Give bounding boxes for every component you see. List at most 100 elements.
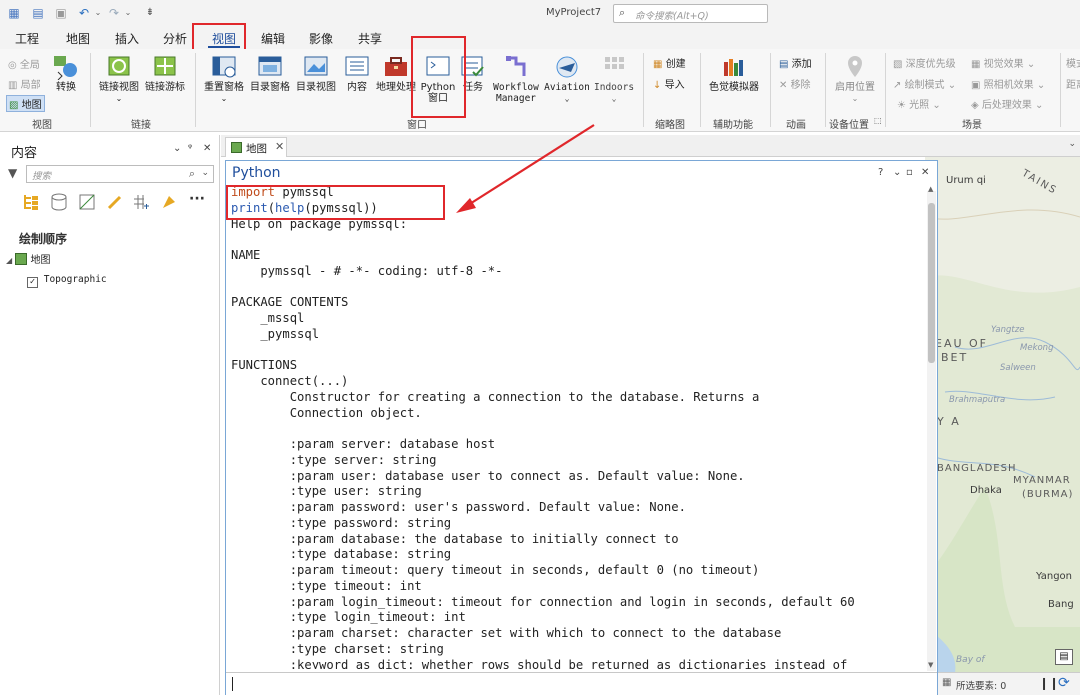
filter-icon[interactable]: ▼ xyxy=(8,166,17,180)
output-line: :param user: database user to connect as… xyxy=(231,468,745,483)
title-bar: ▦ ▤ ▣ ↶ ⌄ ↷ ⌄ ⇟ MyProject7 ⌕ 命令搜索(Alt+Q) xyxy=(0,0,1080,27)
chevron-down-icon[interactable]: ⌄ xyxy=(893,167,901,178)
map-label: Mekong xyxy=(1020,343,1054,353)
list-by-snapping-icon[interactable] xyxy=(132,193,150,211)
tab-map[interactable]: 地图 xyxy=(66,30,90,47)
map-label: Yangtze xyxy=(991,325,1025,335)
convert-button[interactable]: 转换 xyxy=(52,54,80,93)
list-by-selection-icon[interactable] xyxy=(78,193,96,211)
undo-dropdown-icon[interactable]: ⌄ xyxy=(90,6,106,20)
link-views-icon xyxy=(108,56,130,76)
output-line: :param password: user's password. Defaul… xyxy=(231,500,686,514)
tab-edit[interactable]: 编辑 xyxy=(261,30,285,47)
highlight-box-python-window xyxy=(411,36,466,118)
map-label: BET xyxy=(941,351,969,364)
help-icon[interactable]: ? xyxy=(878,167,883,178)
redo-dropdown-icon[interactable]: ⌄ xyxy=(120,6,136,20)
map-overview-icon[interactable]: ▤ xyxy=(1055,649,1073,665)
python-input-field[interactable] xyxy=(226,672,937,695)
contents-search-input[interactable]: 搜索 ⌕ ⌄ xyxy=(26,165,214,183)
pause-drawing-icon[interactable]: ❙❙ xyxy=(1039,676,1059,690)
contents-search-placeholder: 搜索 xyxy=(32,171,52,182)
close-icon[interactable]: ✕ xyxy=(921,167,929,178)
map-view[interactable]: Urum qi TAINS Yangtze EAU OF Mekong BET … xyxy=(925,157,1080,695)
camera-effects-button[interactable]: ▣ 照相机效果 ⌄ xyxy=(971,76,1045,91)
contents-button[interactable]: 内容 xyxy=(340,54,374,93)
catalog-view-button[interactable]: 目录视图 xyxy=(294,54,338,93)
scrollbar-thumb[interactable] xyxy=(928,203,935,363)
close-icon[interactable]: ✕ xyxy=(275,140,284,153)
device-location-group-label: 设备位置 xyxy=(829,120,869,131)
output-line: :type user: string xyxy=(231,484,422,499)
pane-options-icon[interactable]: ⌄ xyxy=(173,143,181,154)
reset-panes-button[interactable]: 重置窗格 ⌄ xyxy=(202,54,246,104)
thumbnail-group-label: 缩略图 xyxy=(655,120,685,131)
output-line: :type database: string xyxy=(231,547,452,562)
tab-share[interactable]: 共享 xyxy=(358,30,382,47)
tab-imagery[interactable]: 影像 xyxy=(309,30,333,47)
catalog-pane-button[interactable]: 目录窗格 xyxy=(248,54,292,93)
create-thumbnail-button[interactable]: ▦ 创建 xyxy=(653,55,686,70)
tab-project[interactable]: 工程 xyxy=(15,30,39,47)
tab-insert[interactable]: 插入 xyxy=(115,30,139,47)
mode-button-partial[interactable]: 模式 xyxy=(1066,55,1080,70)
pin-icon[interactable]: ᵠ xyxy=(188,143,192,154)
save-project-icon[interactable]: ▣ xyxy=(53,6,69,20)
link-views-button[interactable]: 链接视图 ⌄ xyxy=(97,54,141,104)
more-options-icon[interactable]: ··· xyxy=(189,191,205,207)
python-scrollbar[interactable] xyxy=(927,191,936,671)
refresh-icon[interactable]: ⟳ xyxy=(1058,675,1070,691)
tab-analysis[interactable]: 分析 xyxy=(163,30,187,47)
post-processing-button[interactable]: ◈ 后处理效果 ⌄ xyxy=(971,96,1043,111)
python-window: Python ? ⌄ ▫ ✕ import pymssql print(help… xyxy=(225,160,938,695)
indoors-button[interactable]: Indoors ⌄ xyxy=(594,54,634,104)
list-by-labeling-icon[interactable] xyxy=(160,193,178,211)
lighting-button[interactable]: ☀ 光照 ⌄ xyxy=(897,96,941,111)
output-line: ​ xyxy=(231,232,926,248)
global-view-button[interactable]: ◎ 全局 xyxy=(8,56,40,71)
ribbon-tabs: 工程 地图 插入 分析 视图 编辑 影像 共享 xyxy=(0,27,1080,49)
group-separator xyxy=(90,53,91,127)
map-layer-row[interactable]: ◢ 地图 xyxy=(6,251,51,266)
output-line: :param charset: character set with which… xyxy=(231,626,782,640)
depth-priority-button[interactable]: ▧ 深度优先级 xyxy=(893,55,956,70)
output-line: :param server: database host xyxy=(231,437,496,451)
list-by-editing-icon[interactable] xyxy=(106,193,124,211)
text-caret xyxy=(232,677,233,691)
basemap-layer-row[interactable]: ✓ Topographic xyxy=(27,274,107,288)
toolbox-icon xyxy=(385,57,407,76)
local-view-button[interactable]: ▥ 局部 xyxy=(8,76,41,91)
dialog-launcher-icon[interactable]: ⬚ xyxy=(874,116,882,125)
close-icon[interactable]: ✕ xyxy=(203,143,211,154)
command-search-input[interactable]: ⌕ 命令搜索(Alt+Q) xyxy=(613,4,768,23)
color-vision-simulator-button[interactable]: 色觉模拟器 xyxy=(705,54,763,93)
scroll-down-icon[interactable]: ▼ xyxy=(928,661,933,669)
visual-effects-button[interactable]: ▦ 视觉效果 ⌄ xyxy=(971,55,1035,70)
new-project-icon[interactable]: ▦ xyxy=(6,6,22,20)
import-thumbnail-button[interactable]: ↓ 导入 xyxy=(653,76,685,91)
drawing-mode-button[interactable]: ↗ 绘制模式 ⌄ xyxy=(893,76,956,91)
open-project-icon[interactable]: ▤ xyxy=(30,6,46,20)
add-animation-button[interactable]: ▤ 添加 xyxy=(779,55,812,70)
link-cursor-button[interactable]: 链接游标 xyxy=(143,54,187,93)
remove-animation-button[interactable]: ✕ 移除 xyxy=(779,76,811,91)
enable-location-button[interactable]: 启用位置 ⌄ xyxy=(832,54,878,104)
scene-group-label: 场景 xyxy=(962,120,982,131)
chevron-down-icon[interactable]: ⌄ xyxy=(1068,139,1076,149)
map-label: Dhaka xyxy=(970,485,1002,496)
workflow-manager-button[interactable]: Workflow Manager xyxy=(490,54,542,104)
aviation-button[interactable]: Aviation ⌄ xyxy=(543,54,591,104)
list-by-source-icon[interactable] xyxy=(50,193,68,211)
search-icon: ⌕ xyxy=(188,167,195,180)
map-view-button[interactable]: ▨ 地图 xyxy=(6,95,45,112)
list-by-drawing-order-icon[interactable] xyxy=(22,193,40,211)
map-doc-tab[interactable]: 地图 ✕ xyxy=(225,137,287,157)
chevron-down-icon[interactable]: ⌄ xyxy=(201,168,209,178)
distance-button-partial[interactable]: 距离 xyxy=(1066,76,1080,91)
customize-toolbar-icon[interactable]: ⇟ xyxy=(142,6,158,20)
output-line: :param timeout: query timeout in seconds… xyxy=(231,563,760,577)
scroll-up-icon[interactable]: ▲ xyxy=(928,185,933,193)
output-line: :type password: string xyxy=(231,515,452,530)
python-transcript[interactable]: import pymssql print(help(pymssql)) Help… xyxy=(226,185,926,669)
maximize-icon[interactable]: ▫ xyxy=(906,167,913,178)
